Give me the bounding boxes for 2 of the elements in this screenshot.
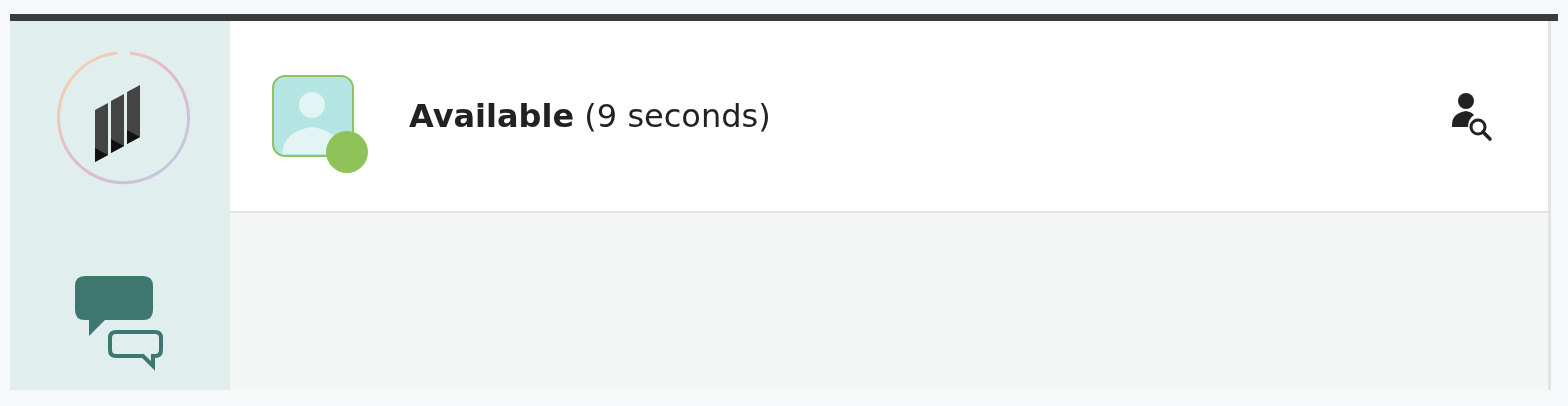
chat-icon[interactable] xyxy=(75,276,165,372)
status-text: Available (9 seconds) xyxy=(409,97,772,135)
